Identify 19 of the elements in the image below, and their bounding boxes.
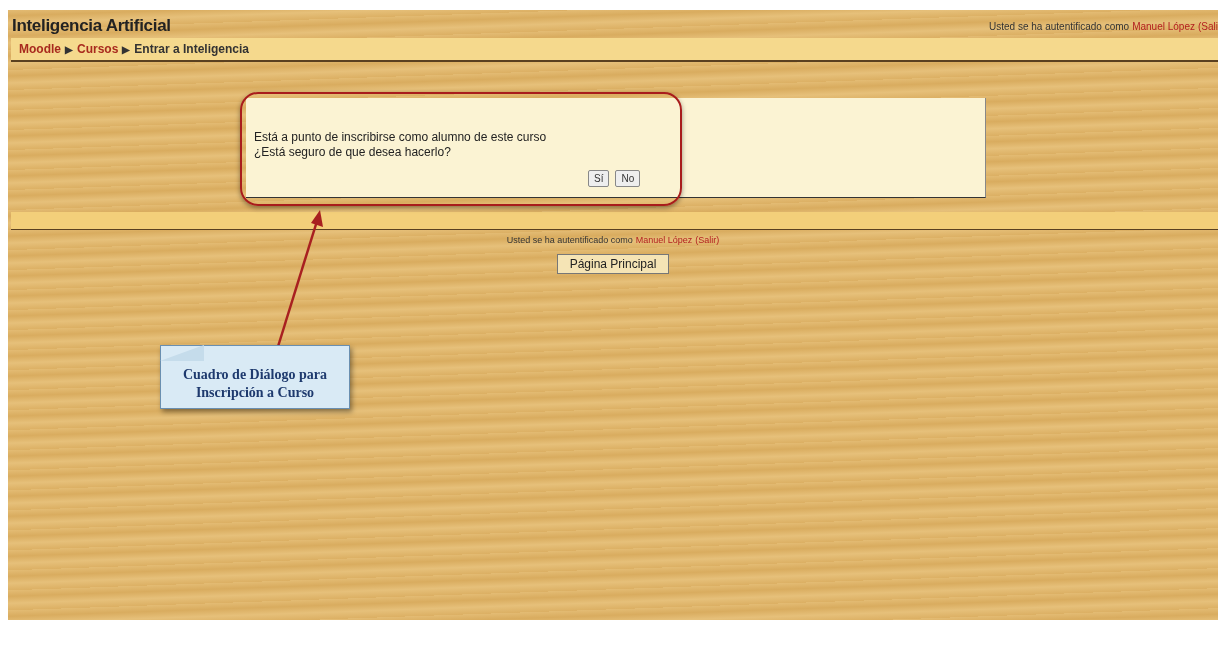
logout-link[interactable]: (Sali — [1198, 20, 1218, 32]
dialog-message: Está a punto de inscribirse como alumno de este curso — [254, 130, 548, 145]
dialog-button[interactable]: No — [615, 170, 641, 187]
breadcrumb-separator: ▶ — [122, 43, 131, 55]
user-link[interactable]: Manuel López — [1132, 20, 1195, 32]
breadcrumb-link[interactable]: Cursos — [77, 42, 119, 56]
breadcrumb-current: Entrar a Inteligencia — [134, 42, 250, 56]
logout-link[interactable]: (Salir) — [695, 235, 720, 245]
folded-corner-icon — [160, 345, 204, 361]
login-text: Usted se ha autentificado como — [506, 235, 633, 245]
callout-text: Cuadro de Diálogo para Inscripción a Curso — [181, 366, 328, 402]
course-title: Inteligencia Artificial — [12, 16, 171, 36]
breadcrumb-separator: ▶ — [65, 43, 73, 55]
dialog-button[interactable]: Sí — [588, 170, 610, 187]
breadcrumb-link[interactable]: Moodle — [19, 42, 61, 56]
user-link[interactable]: Manuel López — [635, 235, 693, 245]
login-text: Usted se ha autentificado como — [989, 20, 1130, 32]
dialog-message: ¿Está seguro de que desea hacerlo? — [254, 145, 452, 160]
home-button[interactable]: Página Principal — [556, 254, 670, 274]
